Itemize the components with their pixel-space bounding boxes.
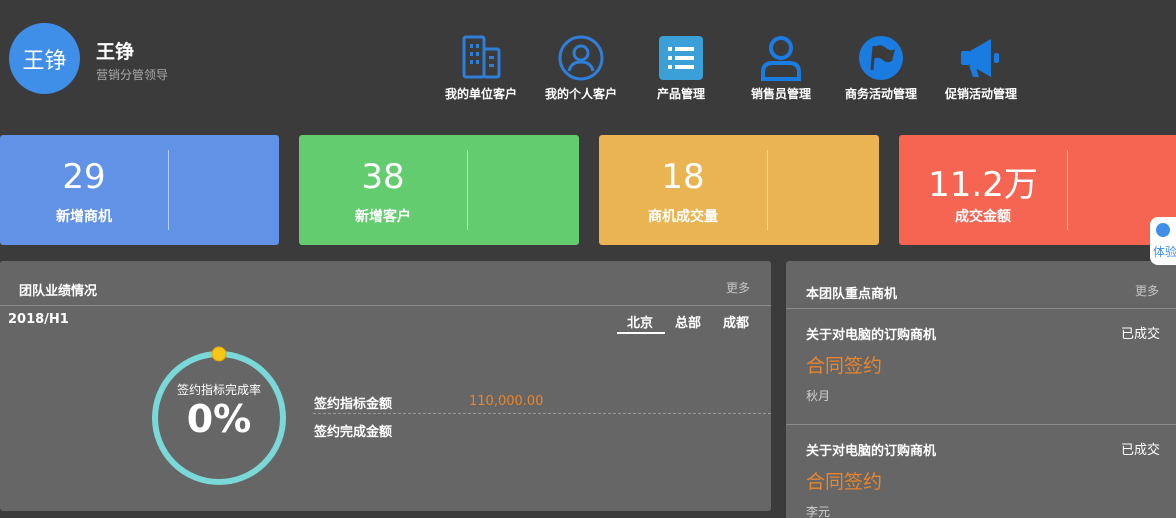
flag-icon [859, 36, 903, 80]
status-badge: 已成交 [1120, 443, 1160, 458]
nav-label: 商务活动管理 [844, 87, 917, 101]
nav-personal-customers[interactable]: 我的个人客户 [531, 34, 631, 102]
user-icon [761, 36, 801, 81]
megaphone-icon [961, 39, 999, 77]
stat-value: 11.2万 [928, 165, 1038, 205]
nav-label: 产品管理 [656, 87, 705, 101]
opportunity-stage: 合同签约 [806, 355, 883, 377]
opportunity-title: 关于对电脑的订购商机 [806, 328, 937, 343]
team-performance-panel: 团队业绩情况 更多 2018/H1 北京 总部 成都 签约指标完成率 0% 签约… [0, 261, 771, 511]
divider [467, 150, 468, 230]
stat-card-deal-amount[interactable]: 11.2万 成交金额 [899, 135, 1176, 245]
period-label: 2018/H1 [8, 312, 69, 327]
trial-label: 体验 [1153, 245, 1176, 259]
stat-card-deals-closed[interactable]: 18 商机成交量 [599, 135, 879, 245]
chat-icon [1156, 223, 1170, 237]
stat-value: 38 [361, 157, 405, 197]
tab-chengdu[interactable]: 成都 [723, 312, 749, 331]
divider [313, 413, 771, 414]
building-icon [462, 35, 501, 79]
stat-label: 成交金额 [955, 209, 1011, 225]
stat-label: 新增商机 [56, 209, 112, 225]
nav-unit-customers[interactable]: 我的单位客户 [431, 34, 531, 102]
stat-value: 18 [661, 157, 705, 197]
metric-target-amount-value: 110,000.00 [469, 394, 544, 409]
stat-card-new-customers[interactable]: 38 新增客户 [299, 135, 579, 245]
tab-headquarters[interactable]: 总部 [675, 312, 701, 331]
divider [786, 308, 1176, 309]
gauge-percent: 0% [186, 397, 252, 441]
list-icon [659, 36, 703, 80]
nav-salesperson[interactable]: 销售员管理 [731, 34, 831, 102]
nav-products[interactable]: 产品管理 [631, 34, 731, 102]
divider [786, 424, 1176, 425]
nav-label: 销售员管理 [750, 87, 811, 101]
divider [0, 305, 771, 306]
stat-card-new-opportunities[interactable]: 29 新增商机 [0, 135, 279, 245]
nav-label: 我的单位客户 [444, 87, 517, 101]
opportunity-owner: 秋月 [806, 389, 831, 403]
divider [1067, 150, 1068, 230]
divider [767, 150, 768, 230]
nav-label: 促销活动管理 [944, 87, 1017, 101]
opportunity-title: 关于对电脑的订购商机 [806, 444, 937, 459]
opportunity-owner: 李元 [806, 505, 831, 518]
person-circle-icon [558, 35, 604, 81]
more-link[interactable]: 更多 [1135, 282, 1159, 299]
nav-label: 我的个人客户 [544, 87, 617, 101]
panel-title: 团队业绩情况 [19, 284, 98, 299]
trial-float-button[interactable]: 体验 [1150, 217, 1176, 265]
gauge-knob [211, 346, 227, 362]
nav-promotions[interactable]: 促销活动管理 [931, 34, 1031, 102]
opportunity-stage: 合同签约 [806, 471, 883, 493]
status-badge: 已成交 [1120, 327, 1160, 342]
stat-label: 新增客户 [355, 209, 411, 225]
nav-business-activities[interactable]: 商务活动管理 [831, 34, 931, 102]
divider [168, 150, 169, 230]
key-opportunities-panel: 本团队重点商机 更多 关于对电脑的订购商机 已成交 合同签约 秋月 关于对电脑的… [786, 261, 1176, 518]
stat-label: 商机成交量 [648, 209, 718, 225]
active-tab-indicator [617, 332, 665, 334]
more-link[interactable]: 更多 [726, 279, 750, 296]
metric-completed-amount-label: 签约完成金额 [314, 425, 393, 440]
top-nav: 我的单位客户 我的个人客户 产品管理 销售员管理 商务活动管理 促销活动管理 [0, 34, 1176, 106]
stat-value: 29 [62, 157, 106, 197]
metric-target-amount-label: 签约指标金额 [314, 397, 393, 412]
panel-title: 本团队重点商机 [806, 287, 898, 302]
gauge-label: 签约指标完成率 [176, 383, 261, 397]
tab-beijing[interactable]: 北京 [627, 312, 653, 331]
